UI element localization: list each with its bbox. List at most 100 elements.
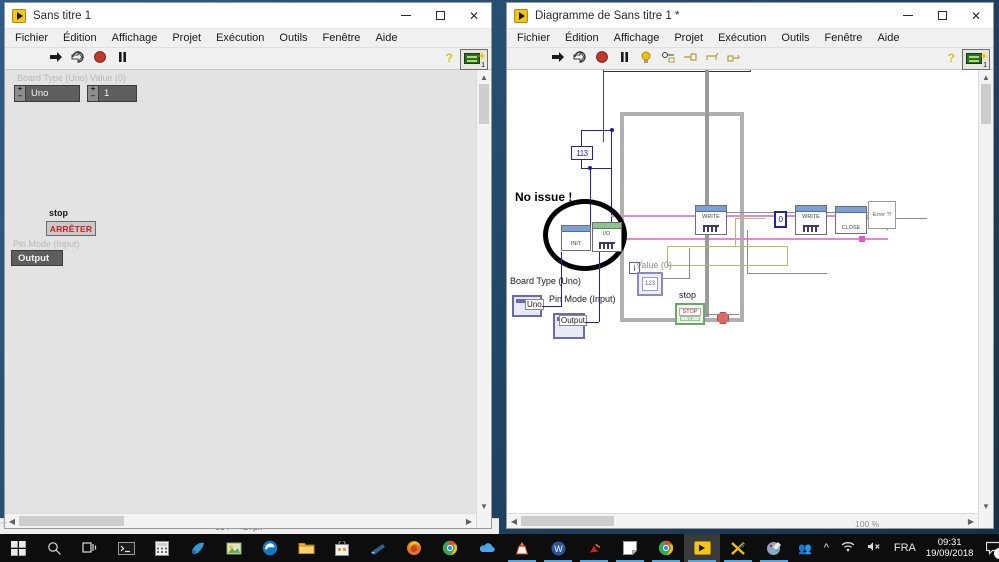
nx-icon[interactable] <box>720 534 756 562</box>
stop-terminal[interactable]: STOP T F <box>675 303 705 325</box>
run-continuously-icon[interactable] <box>573 50 592 68</box>
simple-error-handler-node[interactable]: Error ?! <box>868 201 896 229</box>
block-diagram-window[interactable]: Diagramme de Sans titre 1 * ✕ Fichier Éd… <box>506 2 994 529</box>
scroll-up-arrow[interactable]: ▲ <box>979 70 993 84</box>
menu-projet[interactable]: Projet <box>172 32 201 44</box>
maximize-button[interactable] <box>423 3 457 29</box>
notepad-icon[interactable] <box>612 534 648 562</box>
search-icon[interactable] <box>36 534 72 562</box>
menu-affichage[interactable]: Affichage <box>614 32 660 44</box>
language-indicator[interactable]: FRA <box>894 542 916 554</box>
menu-aide[interactable]: Aide <box>375 32 397 44</box>
menu-execution[interactable]: Exécution <box>718 32 766 44</box>
value-numeric-control[interactable]: + – 1 <box>87 85 137 102</box>
digital-write-node-2[interactable]: WRITE <box>795 205 827 235</box>
menu-edition[interactable]: Édition <box>63 32 97 44</box>
pause-icon[interactable] <box>115 50 134 68</box>
windows-start-button[interactable] <box>0 534 36 562</box>
run-arrow-icon[interactable] <box>49 50 68 68</box>
front-panel-canvas[interactable]: Board Type (Uno) + – Uno Value (0) + – 1 s… <box>5 70 491 528</box>
front-panel-horizontal-scrollbar[interactable]: ◀ ▶ <box>5 513 476 528</box>
menu-projet[interactable]: Projet <box>674 32 703 44</box>
labview-icon[interactable] <box>684 534 720 562</box>
system-tray[interactable]: 👥 ^ FRA 09:31 19/09/2018 1 <box>792 534 999 562</box>
paint-3d-icon[interactable] <box>180 534 216 562</box>
scroll-right-arrow[interactable]: ▶ <box>462 514 476 528</box>
block-diagram-canvas[interactable]: i 113 No issue ! INIT I/O WRITE 0 WRITE … <box>507 70 993 528</box>
scroll-down-arrow[interactable]: ▼ <box>477 499 491 513</box>
front-panel-titlebar[interactable]: Sans titre 1 ✕ <box>5 3 491 29</box>
lightbulb-icon[interactable] <box>639 50 658 68</box>
edge-icon[interactable] <box>252 534 288 562</box>
board-type-increment-decrement[interactable]: + – <box>15 86 26 101</box>
run-continuously-icon[interactable] <box>71 50 90 68</box>
horizontal-scroll-thumb[interactable] <box>19 516 124 526</box>
menu-fenetre[interactable]: Fenêtre <box>323 32 361 44</box>
taskbar[interactable]: W 👥 ^ FRA 09:31 19/09/2018 <box>0 534 999 562</box>
command-prompt-icon[interactable] <box>108 534 144 562</box>
task-view-icon[interactable] <box>72 534 108 562</box>
numeric-constant-113[interactable]: 113 <box>571 146 593 160</box>
digital-write-node-1[interactable]: WRITE <box>695 205 727 235</box>
menu-fenetre[interactable]: Fenêtre <box>825 32 863 44</box>
chrome-icon[interactable] <box>432 534 468 562</box>
vi-icon-badge[interactable]: 1 <box>962 49 990 70</box>
menu-outils[interactable]: Outils <box>279 32 307 44</box>
menu-aide[interactable]: Aide <box>877 32 899 44</box>
menu-fichier[interactable]: Fichier <box>517 32 550 44</box>
sharpdesk-icon[interactable] <box>360 534 396 562</box>
scroll-down-arrow[interactable]: ▼ <box>979 499 993 513</box>
menu-outils[interactable]: Outils <box>781 32 809 44</box>
close-button[interactable]: ✕ <box>959 3 993 29</box>
photos-icon[interactable] <box>216 534 252 562</box>
menu-execution[interactable]: Exécution <box>216 32 264 44</box>
scroll-left-arrow[interactable]: ◀ <box>507 514 521 528</box>
horizontal-scroll-thumb[interactable] <box>521 516 614 526</box>
menu-fichier[interactable]: Fichier <box>15 32 48 44</box>
front-panel-window[interactable]: Sans titre 1 ✕ Fichier Édition Affichage… <box>4 2 492 529</box>
paint-icon[interactable] <box>756 534 792 562</box>
retain-wire-values-icon[interactable] <box>661 50 680 68</box>
value-terminal[interactable]: 123 <box>637 272 663 296</box>
show-hidden-icons-chevron[interactable]: ^ <box>824 542 829 554</box>
pause-icon[interactable] <box>617 50 636 68</box>
vlc-icon[interactable] <box>504 534 540 562</box>
scroll-up-arrow[interactable]: ▲ <box>477 70 491 84</box>
chrome-window-icon[interactable] <box>648 534 684 562</box>
abort-execution-icon[interactable] <box>595 50 614 68</box>
block-diagram-titlebar[interactable]: Diagramme de Sans titre 1 * ✕ <box>507 3 993 29</box>
acrobat-icon[interactable] <box>576 534 612 562</box>
maximize-button[interactable] <box>925 3 959 29</box>
vi-icon-badge[interactable]: 1 <box>460 49 488 70</box>
scroll-right-arrow[interactable]: ▶ <box>964 514 978 528</box>
taskbar-clock[interactable]: 09:31 19/09/2018 <box>926 537 974 559</box>
microsoft-store-icon[interactable] <box>324 534 360 562</box>
block-diagram-toolbar[interactable]: ? 1 <box>507 48 993 70</box>
wifi-icon[interactable] <box>841 541 855 555</box>
notifications-button[interactable]: 1 <box>981 534 999 562</box>
close-button[interactable]: ✕ <box>457 3 491 29</box>
block-diagram-vertical-scrollbar[interactable]: ▲ ▼ <box>978 70 993 528</box>
step-into-icon[interactable] <box>683 50 702 68</box>
step-over-icon[interactable] <box>705 50 724 68</box>
people-icon[interactable]: 👥 <box>798 542 812 555</box>
arduino-close-node[interactable]: CLOSE <box>835 206 867 234</box>
front-panel-menubar[interactable]: Fichier Édition Affichage Projet Exécuti… <box>5 29 491 48</box>
front-panel-vertical-scrollbar[interactable]: ▲ ▼ <box>476 70 491 528</box>
volume-muted-icon[interactable] <box>867 541 882 555</box>
step-out-icon[interactable] <box>727 50 746 68</box>
menu-affichage[interactable]: Affichage <box>112 32 158 44</box>
minimize-button[interactable] <box>891 3 925 29</box>
vertical-scroll-thumb[interactable] <box>479 84 489 124</box>
calculator-icon[interactable] <box>144 534 180 562</box>
set-digital-pin-mode-node[interactable]: I/O <box>592 222 622 252</box>
minimize-button[interactable] <box>389 3 423 29</box>
diagram-zoom-level[interactable]: 100 % <box>855 519 879 529</box>
front-panel-toolbar[interactable]: ? 1 <box>5 48 491 70</box>
word-icon[interactable]: W <box>540 534 576 562</box>
context-help-icon[interactable]: ? <box>948 51 955 65</box>
block-diagram-horizontal-scrollbar[interactable]: ◀ ▶ <box>507 513 978 528</box>
pin-mode-control[interactable]: Output <box>11 250 63 266</box>
firefox-icon[interactable] <box>396 534 432 562</box>
value-increment-decrement[interactable]: + – <box>88 86 99 101</box>
